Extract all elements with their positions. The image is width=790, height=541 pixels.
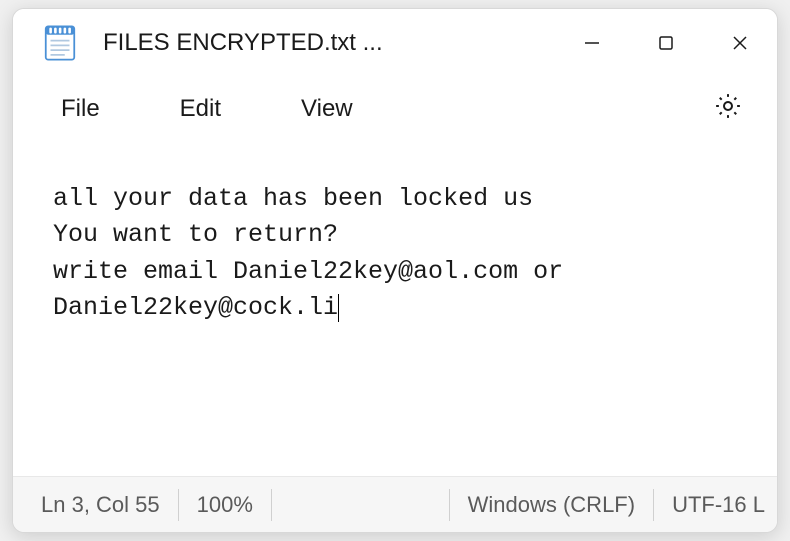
notepad-window: FILES ENCRYPTED.txt ... File Edit View bbox=[12, 8, 778, 533]
maximize-button[interactable] bbox=[629, 9, 703, 77]
close-button[interactable] bbox=[703, 9, 777, 77]
status-encoding: UTF-16 L bbox=[654, 489, 765, 521]
notepad-icon bbox=[41, 24, 79, 62]
menu-file[interactable]: File bbox=[41, 87, 120, 131]
content-line: write email Daniel22key@aol.com or bbox=[53, 257, 563, 286]
content-line: Daniel22key@cock.li bbox=[53, 293, 338, 322]
content-line: You want to return? bbox=[53, 220, 338, 249]
status-zoom[interactable]: 100% bbox=[179, 489, 272, 521]
titlebar: FILES ENCRYPTED.txt ... bbox=[13, 9, 777, 77]
content-line: all your data has been locked us bbox=[53, 184, 533, 213]
minimize-button[interactable] bbox=[555, 9, 629, 77]
menu-edit[interactable]: Edit bbox=[160, 87, 241, 131]
settings-button[interactable] bbox=[707, 85, 749, 132]
menubar: File Edit View bbox=[13, 77, 777, 141]
text-cursor bbox=[338, 294, 339, 322]
status-line-ending: Windows (CRLF) bbox=[450, 489, 654, 521]
statusbar: Ln 3, Col 55 100% Windows (CRLF) UTF-16 … bbox=[13, 476, 777, 532]
window-controls bbox=[555, 9, 777, 77]
text-area[interactable]: all your data has been locked us You wan… bbox=[13, 141, 777, 476]
status-position: Ln 3, Col 55 bbox=[41, 489, 179, 521]
menu-view[interactable]: View bbox=[281, 87, 373, 131]
window-title: FILES ENCRYPTED.txt ... bbox=[103, 29, 555, 57]
